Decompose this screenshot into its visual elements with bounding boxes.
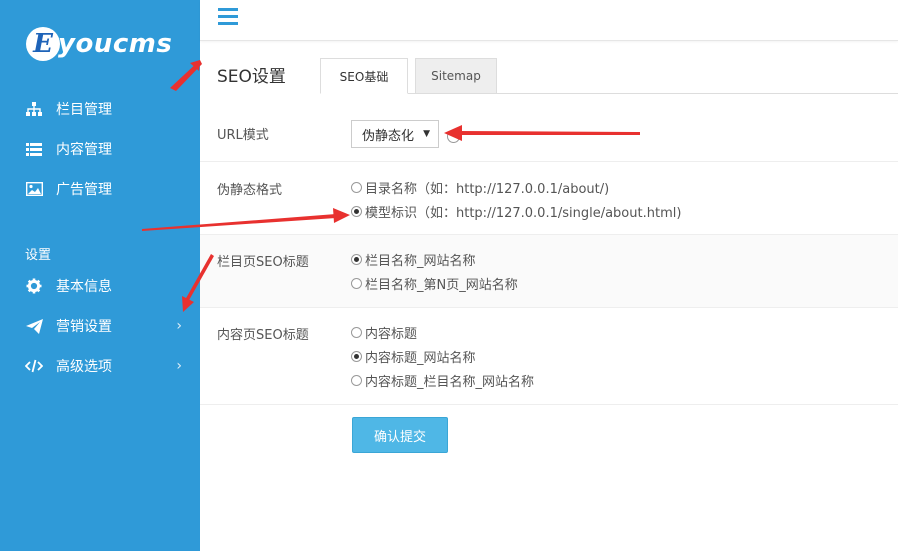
logo-letter: E xyxy=(26,27,60,61)
radio-button[interactable] xyxy=(351,278,362,289)
radio-option[interactable]: 内容标题 xyxy=(351,323,417,342)
eyoucms-logo[interactable]: E youcms xyxy=(26,24,172,64)
radio-button[interactable] xyxy=(351,182,362,193)
radio-button[interactable] xyxy=(351,206,362,217)
menu-toggle-icon[interactable] xyxy=(218,8,238,26)
chevron-right-icon[interactable]: › xyxy=(176,318,182,334)
radio-button[interactable] xyxy=(351,254,362,265)
radio-button[interactable] xyxy=(351,351,362,362)
sidebar-item-label: 高级选项 xyxy=(56,359,112,375)
radio-button[interactable] xyxy=(351,327,362,338)
url-mode-select[interactable]: 伪静态化 ▼ xyxy=(351,120,439,148)
sidebar-item-marketing[interactable]: 营销设置 › xyxy=(0,306,200,346)
sidebar-item-content[interactable]: 内容管理 xyxy=(0,129,200,169)
sitemap-icon xyxy=(25,100,43,118)
sidebar-item-columns[interactable]: 栏目管理 xyxy=(0,89,200,129)
image-icon xyxy=(25,180,43,198)
sidebar-item-label: 基本信息 xyxy=(56,279,112,295)
chevron-down-icon: ▼ xyxy=(423,129,430,139)
radio-option[interactable]: 内容标题_栏目名称_网站名称 xyxy=(351,371,534,390)
gear-icon xyxy=(25,277,43,295)
radio-option[interactable]: 目录名称（如：http://127.0.0.1/about/) xyxy=(351,178,609,197)
sidebar-item-label: 营销设置 xyxy=(56,319,112,335)
url-mode-value: 伪静态化 xyxy=(362,128,415,144)
radio-label: 栏目名称_网站名称 xyxy=(365,254,476,269)
radio-label: 栏目名称_第N页_网站名称 xyxy=(365,278,518,293)
sidebar-item-label: 栏目管理 xyxy=(56,102,112,118)
radio-label: 内容标题 xyxy=(365,327,418,342)
column-seo-title-row: 栏目页SEO标题 栏目名称_网站名称 栏目名称_第N页_网站名称 xyxy=(200,235,898,308)
tab-sitemap[interactable]: Sitemap xyxy=(415,58,497,94)
chevron-right-icon[interactable]: › xyxy=(176,358,182,374)
list-icon xyxy=(25,140,43,158)
sidebar-item-ads[interactable]: 广告管理 xyxy=(0,169,200,209)
radio-label: 目录名称（如：http://127.0.0.1/about/) xyxy=(365,182,610,197)
help-icon[interactable] xyxy=(447,130,460,143)
sidebar: E youcms 栏目管理 内容管理 广告管理 设置 基本信息 营销设置 › 高… xyxy=(0,0,200,551)
tab-seo-basic[interactable]: SEO基础 xyxy=(320,58,408,94)
column-seo-title-label: 栏目页SEO标题 xyxy=(217,255,309,270)
paper-plane-icon xyxy=(25,317,43,335)
radio-label: 内容标题_网站名称 xyxy=(365,351,476,366)
radio-option[interactable]: 栏目名称_第N页_网站名称 xyxy=(351,274,518,293)
top-bar xyxy=(200,0,898,41)
sidebar-section-settings: 设置 xyxy=(25,248,52,263)
url-mode-row: URL模式 xyxy=(200,110,898,162)
logo-text: youcms xyxy=(58,29,173,59)
pseudo-format-row: 伪静态格式 目录名称（如：http://127.0.0.1/about/) 模型… xyxy=(200,162,898,235)
radio-option[interactable]: 内容标题_网站名称 xyxy=(351,347,476,366)
url-mode-label: URL模式 xyxy=(217,128,269,143)
radio-option[interactable]: 模型标识（如：http://127.0.0.1/single/about.htm… xyxy=(351,202,681,221)
radio-button[interactable] xyxy=(351,375,362,386)
sidebar-item-advanced[interactable]: 高级选项 › xyxy=(0,346,200,386)
radio-label: 内容标题_栏目名称_网站名称 xyxy=(365,375,535,390)
sidebar-item-label: 内容管理 xyxy=(56,142,112,158)
content-seo-title-row: 内容页SEO标题 内容标题 内容标题_网站名称 内容标题_栏目名称_网站名称 xyxy=(200,308,898,405)
content-seo-title-label: 内容页SEO标题 xyxy=(217,328,309,343)
radio-option[interactable]: 栏目名称_网站名称 xyxy=(351,250,476,269)
sidebar-item-basic-info[interactable]: 基本信息 xyxy=(0,266,200,306)
radio-label: 模型标识（如：http://127.0.0.1/single/about.htm… xyxy=(365,206,682,221)
submit-button[interactable]: 确认提交 xyxy=(352,417,448,453)
page-title: SEO设置 xyxy=(217,67,286,87)
pseudo-format-label: 伪静态格式 xyxy=(217,183,283,198)
sidebar-item-label: 广告管理 xyxy=(56,182,112,198)
code-icon xyxy=(25,357,43,375)
